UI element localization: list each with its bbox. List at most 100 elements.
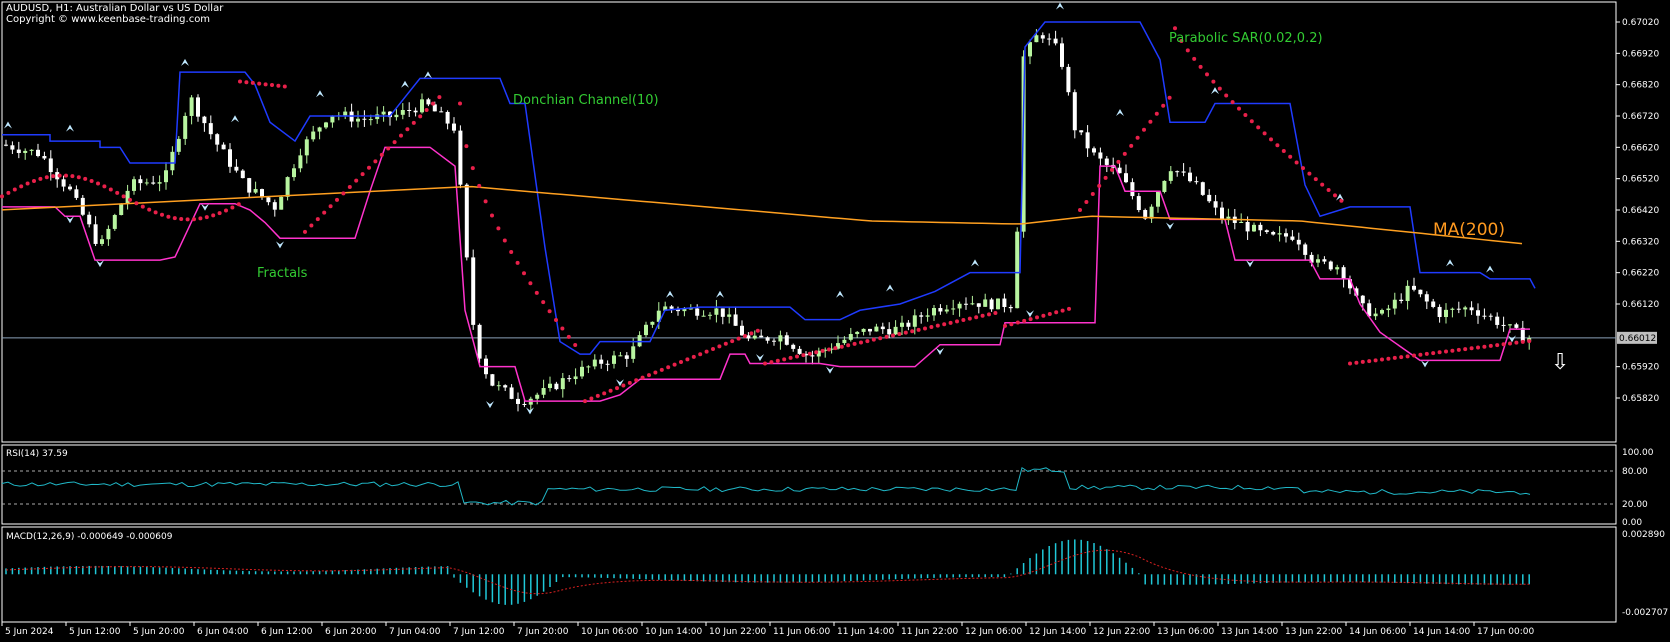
sar-dot <box>615 386 619 391</box>
main-pane-border <box>1 1 1617 443</box>
candle-body <box>708 314 712 316</box>
candle-body <box>356 118 360 122</box>
sar-dot <box>1360 359 1365 364</box>
candle-body <box>170 151 175 171</box>
candle-body <box>324 122 328 128</box>
fractal-down-icon <box>826 366 834 374</box>
candle-body <box>279 196 284 210</box>
main-pane <box>0 2 1616 415</box>
candle-body <box>234 166 239 171</box>
sar-dot <box>1275 143 1280 148</box>
candle-body <box>151 182 156 184</box>
fractal-up-icon <box>1486 265 1494 273</box>
candle-body <box>900 322 904 327</box>
candle-body <box>861 328 866 332</box>
sar-dot <box>987 312 991 317</box>
sar-dot <box>634 378 639 383</box>
sar-dot <box>32 178 36 183</box>
sar-dot <box>1495 343 1500 348</box>
sar-dot <box>1288 154 1293 159</box>
candle-body <box>650 321 655 325</box>
sar-dot <box>1367 359 1372 364</box>
candle-body <box>1456 308 1461 310</box>
sar-dot <box>1154 111 1159 116</box>
sar-dot <box>1129 143 1134 148</box>
sar-dot <box>795 354 799 359</box>
sar-dot <box>541 300 546 305</box>
sar-dot <box>1142 127 1146 132</box>
x-tick-label: 11 Jun 22:00 <box>901 627 958 637</box>
fractal-up-icon <box>666 290 674 298</box>
sar-dot <box>833 346 838 351</box>
sar-dot <box>736 336 741 341</box>
sar-dot <box>723 341 728 346</box>
sar-dot <box>502 238 507 243</box>
sar-dot <box>244 80 249 85</box>
macd-title: MACD(12,26,9) -0.000649 -0.000609 <box>6 532 173 542</box>
donchian-label: Donchian Channel(10) <box>513 93 659 108</box>
sar-dot <box>470 166 475 171</box>
candle-body <box>868 328 872 332</box>
sar-dot <box>1185 48 1190 53</box>
candle-body <box>112 215 117 229</box>
sar-dot <box>1281 149 1286 154</box>
y-tick-label: 0.66720 <box>1622 112 1659 122</box>
candle-body <box>144 182 149 184</box>
candle-body <box>420 99 424 113</box>
candle-body <box>1418 289 1423 295</box>
candle-body <box>1098 152 1103 159</box>
candle-body <box>16 149 21 153</box>
candle-body <box>125 190 130 204</box>
candle-body <box>1482 315 1487 317</box>
macd-histogram <box>5 539 1530 605</box>
candle-body <box>375 114 380 120</box>
sar-dot <box>1060 308 1065 313</box>
sar-dot <box>980 313 985 318</box>
candle-body <box>477 324 482 359</box>
sar-dot <box>1262 131 1267 136</box>
copyright-text: Copyright © www.keenbase-trading.com <box>6 14 211 25</box>
rsi-pane-border <box>1 444 1617 525</box>
sar-dot <box>755 328 760 333</box>
sar-dot <box>1301 166 1305 171</box>
candle-body <box>48 158 53 173</box>
candle-body <box>23 150 28 153</box>
sar-dot <box>1078 208 1082 212</box>
sar-dot <box>1224 93 1229 98</box>
candle-body <box>720 308 725 317</box>
sar-dot <box>108 187 113 192</box>
sar-dot <box>166 214 171 219</box>
fractal-down-icon <box>1166 222 1174 230</box>
sar-dot <box>392 140 397 145</box>
candle-body <box>1072 92 1077 131</box>
candle-body <box>93 224 98 244</box>
candle-body <box>541 388 546 395</box>
sar-dot <box>827 347 831 352</box>
candle-body <box>957 303 962 309</box>
candle-body <box>29 149 34 151</box>
candle-body <box>1194 181 1199 183</box>
sar-dot <box>44 175 49 180</box>
sar-dot <box>6 190 11 195</box>
candle-body <box>496 385 501 387</box>
sar-dot <box>852 341 857 346</box>
sar-dot <box>437 95 442 100</box>
candle-body <box>1162 180 1167 192</box>
sar-dot <box>1405 354 1410 359</box>
sar-dot <box>1148 119 1153 124</box>
candle-body <box>695 308 700 316</box>
sar-dot <box>1084 199 1089 204</box>
sar-dot <box>1456 347 1461 352</box>
sar-dot <box>70 174 75 179</box>
fractal-down-icon <box>526 407 534 415</box>
x-tick-label: 6 Jun 04:00 <box>197 627 249 637</box>
fractal-up-icon <box>1116 109 1124 116</box>
candles <box>4 29 1532 412</box>
candle-body <box>240 170 245 179</box>
y-tick-label: 0.66820 <box>1622 81 1659 91</box>
candle-body <box>1277 233 1282 235</box>
sar-dot <box>1217 86 1222 91</box>
candle-body <box>183 115 188 139</box>
chart-canvas: 0.67020 0.66920 0.66820 0.66720 0.66620 0.665… <box>0 1 1668 637</box>
candle-body <box>1360 295 1365 304</box>
